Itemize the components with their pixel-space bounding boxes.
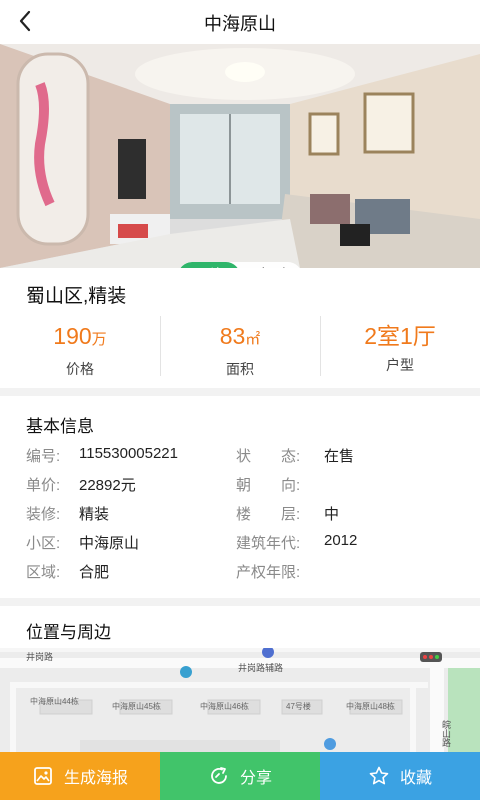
info-key: 小区: [26, 535, 61, 552]
stat-value: 190万 [53, 323, 107, 349]
info-value: 在售 [324, 448, 355, 465]
generate-poster-button[interactable]: 生成海报 [0, 752, 160, 800]
map-label: 皖山路 [441, 720, 451, 747]
location-map[interactable]: 井岗路 井岗路辅路 中海原山44栋 中海原山45栋 中海原山46栋 47号楼 中… [0, 648, 480, 752]
stat-label: 面积 [226, 361, 254, 377]
info-row: 区域: 合肥 产权年限: [0, 561, 480, 583]
page-title: 中海原山 [204, 14, 276, 34]
location-title: 位置与周边 [26, 623, 111, 642]
info-value: 精装 [79, 506, 110, 523]
info-row: 小区: 中海原山 建筑年代: 2012 [0, 532, 480, 554]
stat-layout: 2室1厅 户型 [320, 314, 480, 380]
info-row: 装修: 精装 楼 层: 中 [0, 503, 480, 525]
map-label: 中海原山44栋 [30, 697, 79, 706]
stat-value: 83㎡ [219, 323, 261, 349]
map-label: 井岗路 [26, 652, 54, 662]
info-key: 区域: [26, 564, 61, 581]
app-header: 中海原山 [0, 0, 480, 44]
info-key: 单价: [26, 477, 61, 494]
info-value: 22892元 [79, 477, 136, 494]
stat-label: 价格 [66, 361, 94, 377]
property-photo[interactable]: 图片 户型 [0, 44, 480, 268]
info-row: 编号: 115530005221 状 态: 在售 [0, 445, 480, 467]
info-value: 中 [324, 506, 340, 523]
info-row: 单价: 22892元 朝 向: [0, 474, 480, 496]
tab-floorplan[interactable]: 户型 [240, 262, 302, 268]
info-key: 装修: [26, 506, 61, 523]
key-stats: 190万 价格 83㎡ 面积 2室1厅 户型 [0, 314, 480, 380]
favorite-label: 收藏 [399, 770, 432, 787]
info-key: 状 态: [236, 448, 301, 465]
star-icon [369, 766, 389, 785]
favorite-button[interactable]: 收藏 [320, 752, 480, 800]
share-icon [211, 767, 227, 784]
basic-info-title: 基本信息 [26, 417, 94, 436]
map-label: 中海原山48栋 [346, 702, 395, 711]
info-key: 朝 向: [236, 477, 301, 494]
stat-area: 83㎡ 面积 [160, 314, 320, 380]
tab-photos[interactable]: 图片 [178, 262, 240, 268]
stat-price: 190万 价格 [0, 314, 160, 380]
map-label: 井岗路辅路 [238, 663, 284, 673]
gallery-tab-switch: 图片 户型 [178, 262, 302, 268]
map-label: 中海原山45栋 [112, 702, 161, 711]
image-icon [34, 767, 52, 785]
info-key: 产权年限: [236, 564, 301, 581]
section-divider [0, 598, 480, 606]
stat-label: 户型 [386, 357, 414, 373]
map-label: 中海原山46栋 [200, 702, 249, 711]
bottom-action-bar: 生成海报 分享 收藏 [0, 752, 480, 800]
info-value: 中海原山 [79, 535, 140, 552]
living-room-photo [0, 44, 480, 268]
info-value: 合肥 [79, 564, 110, 581]
info-key: 楼 层: [236, 506, 301, 523]
info-value: 2012 [324, 532, 358, 549]
share-label: 分享 [239, 770, 272, 787]
map-label: 47号楼 [286, 702, 311, 711]
info-key: 建筑年代: [236, 535, 301, 552]
share-button[interactable]: 分享 [160, 752, 320, 800]
info-key: 编号: [26, 448, 61, 465]
info-value: 115530005221 [79, 445, 178, 462]
stat-value: 2室1厅 [364, 323, 436, 349]
section-divider [0, 388, 480, 396]
listing-title: 蜀山区,精装 [26, 286, 127, 307]
generate-poster-label: 生成海报 [63, 770, 128, 787]
